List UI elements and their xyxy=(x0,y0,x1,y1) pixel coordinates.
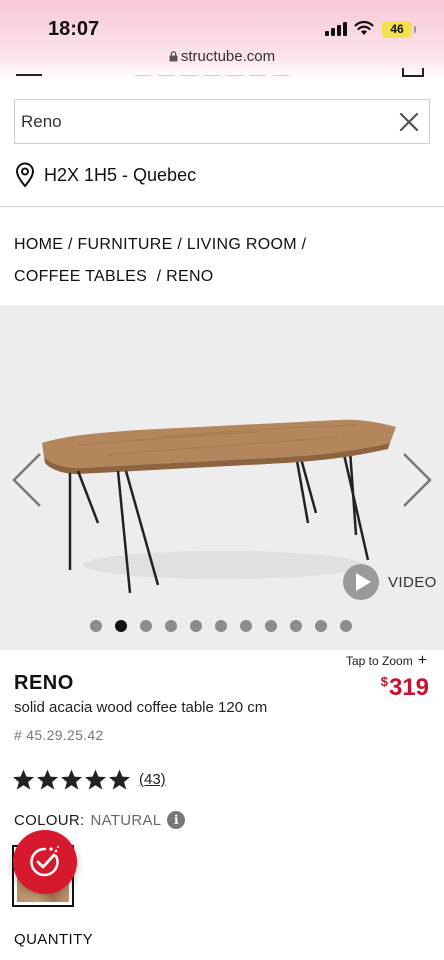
star-icon xyxy=(12,769,35,790)
rating-stars xyxy=(12,768,131,791)
url-bar[interactable]: structube.com xyxy=(0,48,444,65)
clear-icon[interactable] xyxy=(399,112,419,132)
quantity-label: QUANTITY xyxy=(14,931,94,948)
product-gallery[interactable]: VIDEO xyxy=(0,305,444,650)
promo-icon xyxy=(30,846,59,877)
breadcrumb-coffee-tables[interactable]: COFFEE TABLES xyxy=(14,268,147,285)
site-logo[interactable] xyxy=(135,68,315,76)
product-name: RENO xyxy=(14,672,74,694)
price-value: 319 xyxy=(388,674,429,701)
url-text: structube.com xyxy=(180,48,276,65)
gallery-dot[interactable] xyxy=(165,620,177,632)
gallery-dot[interactable] xyxy=(240,620,252,632)
star-icon xyxy=(108,769,131,790)
breadcrumb-current: RENO xyxy=(166,268,214,285)
tap-to-zoom-label: Tap to Zoom xyxy=(346,654,413,668)
promo-badge-button[interactable] xyxy=(13,830,77,894)
cellular-signal-icon xyxy=(325,22,347,36)
location-text: H2X 1H5 - Quebec xyxy=(44,164,197,185)
breadcrumb-separator: / xyxy=(156,268,162,285)
video-button[interactable]: VIDEO xyxy=(342,563,437,601)
video-label: VIDEO xyxy=(388,573,437,591)
breadcrumb-separator: / xyxy=(301,236,307,253)
currency-symbol: $ xyxy=(380,674,388,689)
gallery-dot[interactable] xyxy=(215,620,227,632)
gallery-dot[interactable] xyxy=(340,620,352,632)
status-time: 18:07 xyxy=(48,18,100,40)
breadcrumb-furniture[interactable]: FURNITURE xyxy=(77,236,172,253)
menu-icon[interactable] xyxy=(16,74,42,76)
plus-icon: + xyxy=(417,652,428,669)
cart-icon[interactable] xyxy=(402,68,424,77)
gallery-dot[interactable] xyxy=(290,620,302,632)
gallery-dot-active[interactable] xyxy=(115,620,127,632)
gallery-dot[interactable] xyxy=(90,620,102,632)
breadcrumb: HOME / FURNITURE / LIVING ROOM / COFFEE … xyxy=(14,229,434,293)
battery-indicator: 46 xyxy=(382,21,416,38)
wifi-icon xyxy=(354,20,374,35)
breadcrumb-separator: / xyxy=(67,236,73,253)
gallery-dots xyxy=(90,620,352,632)
star-icon xyxy=(36,769,59,790)
review-count-link[interactable]: (43) xyxy=(139,771,166,788)
location-pin-icon xyxy=(15,162,35,188)
colour-row: COLOUR: NATURAL i xyxy=(14,811,186,829)
delivery-location[interactable]: H2X 1H5 - Quebec xyxy=(14,162,196,188)
tap-to-zoom[interactable]: Tap to Zoom + xyxy=(346,652,428,669)
product-description: solid acacia wood coffee table 120 cm xyxy=(14,699,268,716)
lock-icon xyxy=(169,51,178,62)
product-sku: # 45.29.25.42 xyxy=(14,727,104,743)
breadcrumb-separator: / xyxy=(177,236,183,253)
arrow-left-icon[interactable] xyxy=(8,450,48,510)
gallery-dot[interactable] xyxy=(315,620,327,632)
site-header xyxy=(0,68,444,80)
colour-value: NATURAL xyxy=(90,811,162,829)
product-rating[interactable]: (43) xyxy=(12,768,166,791)
arrow-right-icon[interactable] xyxy=(396,450,436,510)
info-icon[interactable]: i xyxy=(167,811,186,829)
gallery-dot[interactable] xyxy=(265,620,277,632)
product-price: $319 xyxy=(381,674,429,702)
search-input[interactable] xyxy=(21,111,399,132)
star-icon xyxy=(84,769,107,790)
search-bar xyxy=(14,99,430,144)
star-icon xyxy=(60,769,83,790)
breadcrumb-home[interactable]: HOME xyxy=(14,236,63,253)
gallery-dot[interactable] xyxy=(190,620,202,632)
divider xyxy=(0,206,444,207)
breadcrumb-living-room[interactable]: LIVING ROOM xyxy=(187,236,297,253)
colour-label: COLOUR: xyxy=(14,811,85,829)
play-icon xyxy=(343,564,379,600)
gallery-dot[interactable] xyxy=(140,620,152,632)
